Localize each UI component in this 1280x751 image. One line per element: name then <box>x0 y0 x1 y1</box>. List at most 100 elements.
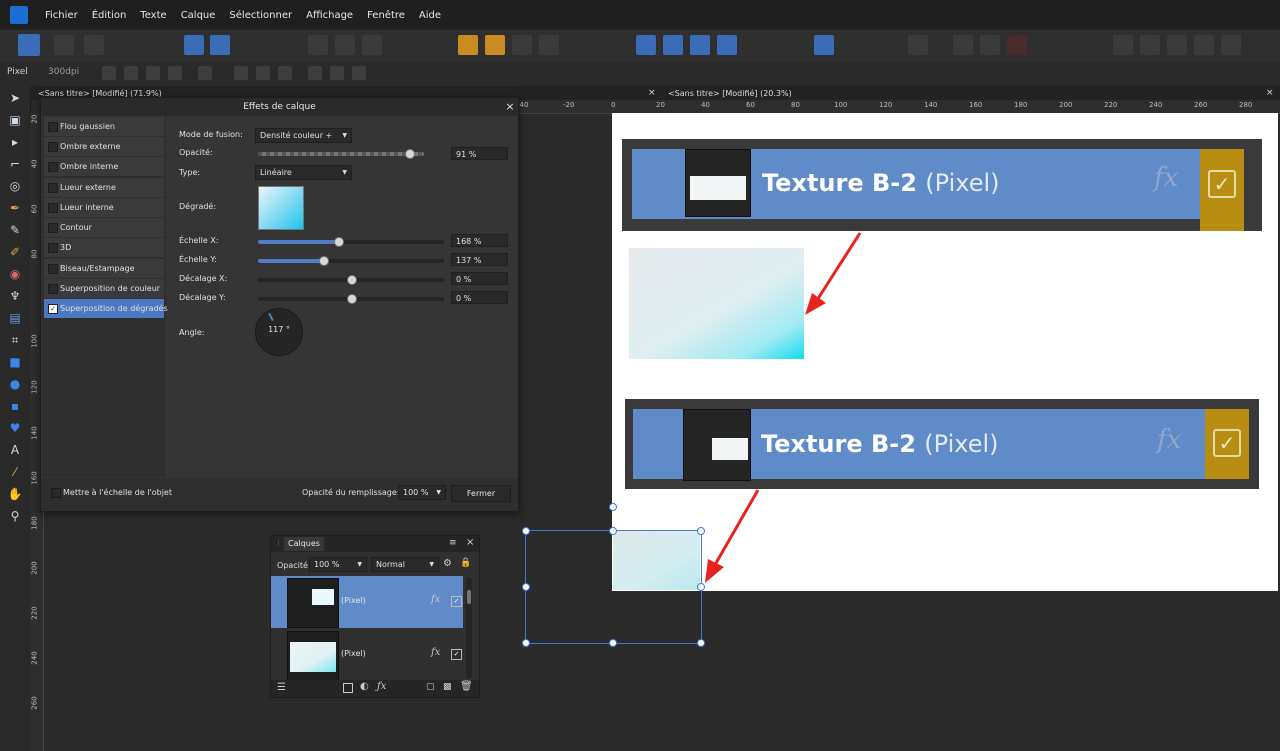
effect-item-3d[interactable]: 3D <box>44 238 164 257</box>
effect-checkbox[interactable] <box>48 162 58 172</box>
lock-icon[interactable]: 🔒 <box>460 558 471 568</box>
effect-item-outer-glow[interactable]: Lueur externe <box>44 178 164 197</box>
offset-y-knob[interactable] <box>347 294 357 304</box>
layers-footer: ☰ ◐ ƒx ▢ ▩ 🗑 <box>271 680 479 697</box>
layers-scrollbar[interactable] <box>466 578 472 678</box>
chevron-down-icon: ▼ <box>342 132 347 139</box>
panel-grip-icon[interactable]: ⋮ <box>275 539 282 547</box>
handle-middle-right[interactable] <box>697 583 705 591</box>
layer-visibility-checkbox[interactable]: ✓ <box>451 596 462 607</box>
tab-layers[interactable]: Calques <box>284 537 324 551</box>
effect-checkbox[interactable] <box>48 142 58 152</box>
effect-checkbox-checked[interactable]: ✓ <box>48 304 58 314</box>
add-pixel-layer-icon[interactable]: ▩ <box>443 682 452 692</box>
effect-item-bevel-emboss[interactable]: Biseau/Estampage <box>44 259 164 278</box>
effect-checkbox[interactable] <box>48 284 58 294</box>
scale-x-knob[interactable] <box>333 237 344 247</box>
scale-to-object-checkbox[interactable] <box>51 488 61 498</box>
effect-checkbox[interactable] <box>48 243 58 253</box>
dialog-close-icon[interactable]: × <box>503 100 517 114</box>
effect-checkbox[interactable] <box>48 223 58 233</box>
gradient-label: Dégradé: <box>179 202 217 211</box>
layer-row[interactable]: (Pixel) fx ✓ <box>271 629 463 681</box>
scale-x-label: Échelle X: <box>179 236 219 245</box>
handle-middle-left[interactable] <box>522 583 530 591</box>
offset-x-slider[interactable] <box>258 275 444 285</box>
effect-item-gradient-overlay[interactable]: ✓ Superposition de dégradés <box>44 299 168 318</box>
chevron-down-icon: ▼ <box>429 561 434 568</box>
offset-y-slider[interactable] <box>258 294 444 304</box>
handle-bottom-left[interactable] <box>522 639 530 647</box>
scrollbar-thumb[interactable] <box>467 590 471 604</box>
layer-fx-icon[interactable]: fx <box>431 594 440 605</box>
effects-list: Flou gaussien Ombre externe Ombre intern… <box>42 117 168 477</box>
blend-mode-label: Mode de fusion: <box>179 130 243 139</box>
effect-checkbox[interactable] <box>48 264 58 274</box>
layer-opacity-dropdown[interactable]: 100 % ▼ <box>309 557 367 572</box>
layer-thumbnail <box>287 578 339 628</box>
mask-layer-icon[interactable] <box>343 683 353 693</box>
handle-bottom-middle[interactable] <box>609 639 617 647</box>
layer-fx-icon[interactable]: fx <box>431 647 440 658</box>
effect-checkbox[interactable] <box>48 183 58 193</box>
fill-opacity-dropdown[interactable]: 100 % ▼ <box>398 485 446 500</box>
scale-x-value-field[interactable]: 168 % <box>451 234 508 247</box>
rotation-handle[interactable] <box>609 503 617 511</box>
layer-name: (Pixel) <box>341 596 366 605</box>
layers-stack-icon[interactable]: ☰ <box>277 682 286 693</box>
angle-wheel[interactable]: 117 ° <box>255 308 303 356</box>
fx-icon[interactable]: ƒx <box>377 681 386 692</box>
offset-x-label: Décalage X: <box>179 274 228 283</box>
scale-y-label: Échelle Y: <box>179 255 217 264</box>
scale-x-slider[interactable] <box>258 237 444 247</box>
layer-visibility-checkbox[interactable]: ✓ <box>451 649 462 660</box>
adjustment-icon[interactable]: ◐ <box>360 681 369 692</box>
panel-close-icon[interactable]: × <box>466 537 474 548</box>
opacity-slider-knob[interactable] <box>405 149 416 159</box>
layer-opacity-label: Opacité: <box>277 561 311 570</box>
handle-top-right[interactable] <box>697 527 705 535</box>
effect-item-outline[interactable]: Contour <box>44 218 164 237</box>
offset-x-value-field[interactable]: 0 % <box>451 272 508 285</box>
offset-y-value-field[interactable]: 0 % <box>451 291 508 304</box>
scale-y-slider[interactable] <box>258 256 444 266</box>
panel-menu-icon[interactable]: ≡ <box>449 538 457 548</box>
dialog-footer: Mettre à l'échelle de l'objet Opacité du… <box>41 478 518 511</box>
close-dialog-button[interactable]: Fermer <box>451 485 511 502</box>
type-label: Type: <box>179 168 201 177</box>
layer-thumbnail <box>287 631 339 681</box>
effect-item-inner-glow[interactable]: Lueur interne <box>44 198 164 217</box>
opacity-value-field[interactable]: 91 % <box>451 147 508 160</box>
scale-y-value-field[interactable]: 137 % <box>451 253 508 266</box>
effect-item-outer-shadow[interactable]: Ombre externe <box>44 137 164 156</box>
gradient-swatch[interactable] <box>258 186 304 230</box>
offset-x-knob[interactable] <box>347 275 357 285</box>
type-dropdown[interactable]: Linéaire ▼ <box>255 165 352 180</box>
chevron-down-icon: ▼ <box>357 561 362 568</box>
effect-item-gaussian-blur[interactable]: Flou gaussien <box>44 117 164 136</box>
handle-top-middle[interactable] <box>609 527 617 535</box>
handle-bottom-right[interactable] <box>697 639 705 647</box>
opacity-label: Opacité: <box>179 148 213 157</box>
blend-mode-dropdown[interactable]: Densité couleur + ▼ <box>255 128 352 143</box>
handle-top-left[interactable] <box>522 527 530 535</box>
layer-effects-dialog: Effets de calque × Flou gaussien Ombre e… <box>40 97 519 512</box>
delete-layer-icon[interactable]: 🗑 <box>460 681 473 692</box>
effect-item-inner-shadow[interactable]: Ombre interne <box>44 157 164 176</box>
layer-row[interactable]: (Pixel) fx ✓ <box>271 576 463 628</box>
scale-y-knob[interactable] <box>319 256 330 266</box>
add-layer-icon[interactable]: ▢ <box>426 682 435 692</box>
scale-x-fill <box>258 240 338 244</box>
effect-checkbox[interactable] <box>48 122 58 132</box>
layer-name: (Pixel) <box>341 649 366 658</box>
effect-checkbox[interactable] <box>48 203 58 213</box>
effect-item-color-overlay[interactable]: Superposition de couleur <box>44 279 164 298</box>
angle-label: Angle: <box>179 328 205 337</box>
angle-value: 117 ° <box>268 325 290 334</box>
opacity-slider[interactable] <box>258 149 424 159</box>
dialog-title: Effets de calque <box>41 98 518 116</box>
layer-blend-dropdown[interactable]: Normal ▼ <box>371 557 439 572</box>
gear-icon[interactable]: ⚙ <box>443 558 452 569</box>
selection-box[interactable] <box>525 530 702 644</box>
layers-panel: ⋮ Calques ≡ × Opacité: 100 % ▼ Normal ▼ ⚙ … <box>270 535 480 698</box>
